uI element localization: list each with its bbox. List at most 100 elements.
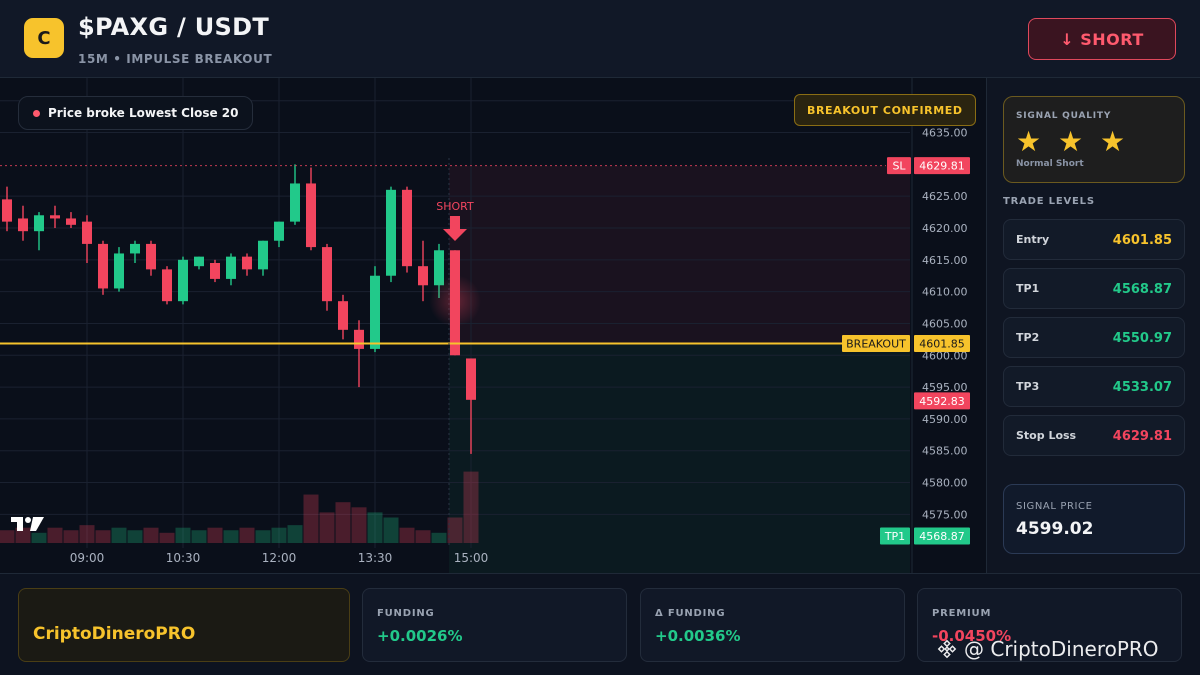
volume-bar — [207, 527, 223, 543]
candle-body — [130, 243, 140, 254]
candlestick-chart-svg[interactable]: SHORT 4640.004635.004625.004620.004615.0… — [0, 78, 986, 573]
volume-bar — [335, 502, 351, 543]
delta-funding-card: Δ FUNDING +0.0036% — [640, 588, 905, 662]
delta-funding-value: +0.0036% — [655, 627, 741, 645]
watermark: @ CriptoDineroPRO — [936, 637, 1159, 661]
volume-bar — [127, 530, 143, 543]
star-rating-icon: ★ ★ ★ — [1016, 125, 1130, 158]
candle-body — [354, 329, 364, 349]
y-tick-label: 4575.00 — [922, 508, 968, 521]
signal-glow — [429, 275, 481, 327]
sl-value-tag: 4629.81 — [919, 160, 965, 173]
trade-level-value: 4629.81 — [1112, 429, 1172, 444]
candle-body — [82, 221, 92, 244]
candle-body — [98, 243, 108, 289]
price-chart[interactable]: SHORT 4640.004635.004625.004620.004615.0… — [0, 78, 986, 573]
volume-bar — [223, 530, 239, 543]
volume-bar — [239, 527, 255, 543]
candle-body — [66, 218, 76, 225]
volume-bar — [463, 471, 479, 543]
x-tick-label: 12:00 — [262, 551, 297, 565]
candle-body — [2, 199, 12, 222]
trade-level-tp3: TP3 4533.07 — [1003, 366, 1185, 407]
y-tick-label: 4595.00 — [922, 381, 968, 394]
candle-body — [370, 275, 380, 349]
binance-square-icon — [937, 639, 957, 659]
short-button[interactable]: ↓ SHORT — [1028, 18, 1176, 60]
trade-level-name: TP3 — [1016, 380, 1040, 393]
candle-body — [18, 218, 28, 232]
trade-levels-title: TRADE LEVELS — [1003, 196, 1095, 207]
tradingview-logo-icon[interactable] — [10, 515, 46, 533]
trade-level-value: 4568.87 — [1112, 282, 1172, 297]
logo-letter: C — [37, 27, 51, 49]
candle-body — [258, 240, 268, 270]
y-tick-label: 4610.00 — [922, 286, 968, 299]
candle-body — [50, 215, 60, 219]
candle-body — [418, 266, 428, 286]
trade-level-value: 4533.07 — [1112, 380, 1172, 395]
delta-funding-label: Δ FUNDING — [655, 608, 726, 619]
candle-body — [386, 189, 396, 276]
candle-body — [322, 247, 332, 302]
x-tick-label: 09:00 — [70, 551, 105, 565]
volume-bar — [31, 532, 47, 543]
trade-level-name: Stop Loss — [1016, 429, 1077, 442]
brand-name: CriptoDineroPRO — [33, 624, 196, 644]
volume-bar — [431, 532, 447, 543]
volume-bar — [175, 527, 191, 543]
pair-title: $PAXG / USDT — [78, 13, 270, 41]
trade-level-entry: Entry 4601.85 — [1003, 219, 1185, 260]
candle-body — [466, 358, 476, 400]
candle-body — [338, 301, 348, 330]
candle-body — [274, 221, 284, 241]
volume-bar — [303, 494, 319, 543]
candle-body — [194, 256, 204, 267]
trade-level-value: 4550.97 — [1112, 331, 1172, 346]
trade-level-tp1: TP1 4568.87 — [1003, 268, 1185, 309]
candle-body — [162, 269, 172, 302]
breakout-confirmed-badge: BREAKOUT CONFIRMED — [794, 94, 976, 126]
volume-bar — [383, 517, 399, 543]
funding-label: FUNDING — [377, 608, 435, 619]
volume-bar — [399, 527, 415, 543]
y-tick-label: 4620.00 — [922, 222, 968, 235]
trade-level-name: TP2 — [1016, 331, 1040, 344]
volume-bar — [351, 507, 367, 543]
current-price-tag: 4592.83 — [919, 395, 965, 408]
candle-body — [226, 256, 236, 279]
x-tick-label: 13:30 — [358, 551, 393, 565]
signal-panel: SIGNAL QUALITY ★ ★ ★ Normal Short TRADE … — [986, 78, 1200, 573]
timeframe-subtitle: 15M • IMPULSE BREAKOUT — [78, 52, 273, 66]
volume-bar — [319, 512, 335, 543]
candle-body — [402, 189, 412, 267]
candle-body — [306, 183, 316, 248]
volume-bar — [159, 532, 175, 543]
volume-bar — [143, 527, 159, 543]
funding-card: FUNDING +0.0026% — [362, 588, 627, 662]
volume-bar — [367, 512, 383, 543]
volume-bar — [95, 530, 111, 543]
volume-bar — [287, 525, 303, 543]
short-marker-label: SHORT — [436, 200, 474, 213]
y-tick-label: 4605.00 — [922, 317, 968, 330]
candle-body — [34, 215, 44, 232]
trade-level-value: 4601.85 — [1112, 233, 1172, 248]
watermark-text: @ CriptoDineroPRO — [964, 637, 1159, 661]
trade-level-name: Entry — [1016, 233, 1050, 246]
volume-bar — [191, 530, 207, 543]
premium-label: PREMIUM — [932, 608, 992, 619]
candle-body — [114, 253, 124, 289]
app-logo: C — [24, 18, 64, 58]
candle-body — [146, 243, 156, 270]
stop-loss-zone — [449, 165, 910, 344]
header: C $PAXG / USDT 15M • IMPULSE BREAKOUT ↓ … — [0, 0, 1200, 78]
volume-bar — [255, 530, 271, 543]
volume-bar — [415, 530, 431, 543]
trade-level-name: TP1 — [1016, 282, 1040, 295]
alert-text: Price broke Lowest Close 20 — [48, 106, 239, 120]
trade-level-tp2: TP2 4550.97 — [1003, 317, 1185, 358]
tp1-value-tag: 4568.87 — [919, 530, 965, 543]
breakout-value-tag: 4601.85 — [919, 338, 965, 351]
signal-quality-type: Normal Short — [1016, 159, 1084, 169]
